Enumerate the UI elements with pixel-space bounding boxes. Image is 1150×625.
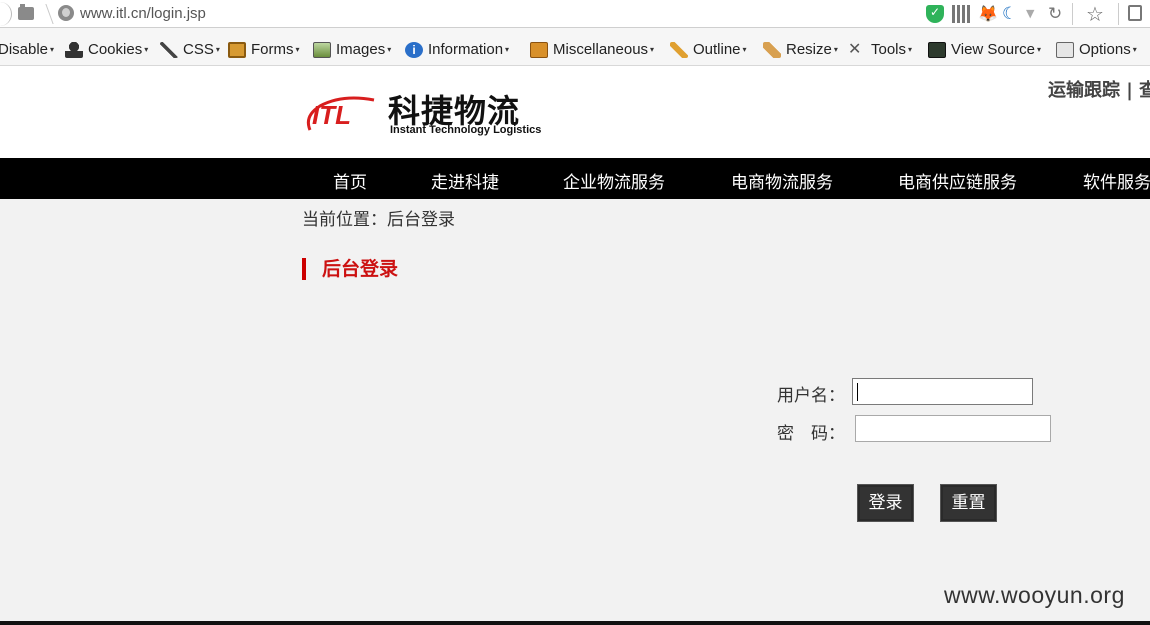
dropdown-caret-icon: ▾ [50, 45, 55, 54]
devtool-forms[interactable]: Forms ▾ [228, 41, 300, 58]
miscellaneous-icon [530, 41, 548, 58]
nav-item-home[interactable]: 首页 [333, 168, 367, 193]
devtool-label: Resize [786, 41, 832, 58]
nav-item-about[interactable]: 走进科捷 [431, 168, 499, 193]
dropdown-caret-icon: ▾ [295, 45, 300, 54]
fox-icon[interactable]: 🦊 [978, 5, 998, 23]
devtool-label: Tools [871, 41, 907, 58]
forms-clipboard-icon [228, 41, 246, 58]
browser-address-bar: www.itl.cn/login.jsp 🦊 ☾ ▼ ↻ ☆ [0, 0, 1150, 28]
reload-icon[interactable]: ↻ [1048, 5, 1066, 23]
password-field[interactable] [855, 415, 1051, 442]
dropdown-caret-icon: ▾ [215, 45, 220, 54]
main-nav: 首页 走进科捷 企业物流服务 电商物流服务 电商供应链服务 软件服务 [0, 158, 1150, 199]
bottom-divider [0, 621, 1150, 625]
dropdown-caret-icon: ▾ [1036, 45, 1041, 54]
devtool-disable[interactable]: Disable ▾ [0, 41, 54, 58]
reset-button[interactable]: 重置 [940, 484, 997, 522]
breadcrumb-chevron-icon [34, 4, 54, 24]
dropdown-caret-icon: ▾ [505, 45, 510, 54]
devtool-label: Forms [251, 41, 294, 58]
nav-item-ecommerce-supply-chain[interactable]: 电商供应链服务 [898, 168, 1017, 193]
devtool-label: Miscellaneous [553, 41, 649, 58]
devtool-options[interactable]: Options ▾ [1056, 41, 1137, 58]
dropdown-caret-icon: ▾ [387, 45, 392, 54]
dropdown-caret-icon: ▾ [908, 45, 913, 54]
moon-icon[interactable]: ☾ [1002, 5, 1020, 23]
images-icon [313, 41, 331, 58]
cookies-icon [65, 41, 83, 58]
login-button[interactable]: 登录 [857, 484, 914, 522]
devtool-label: Disable [0, 41, 49, 58]
folder-icon[interactable] [18, 4, 34, 20]
nav-item-ecommerce-logistics[interactable]: 电商物流服务 [731, 168, 833, 193]
top-links[interactable]: 运输跟踪 | 查 [1048, 76, 1150, 102]
username-label: 用户名： [777, 386, 845, 406]
toolbar-separator [1072, 3, 1073, 25]
svg-text:ITL: ITL [312, 100, 351, 130]
devtool-label: Outline [693, 41, 741, 58]
tools-icon: ✕ [848, 40, 862, 58]
view-source-icon [928, 41, 946, 58]
username-field[interactable] [852, 378, 1033, 405]
page-title: 后台登录 [302, 258, 398, 280]
shield-check-icon[interactable] [926, 5, 944, 23]
devtool-label: Options [1079, 41, 1131, 58]
devtool-images[interactable]: Images ▾ [313, 41, 391, 58]
web-developer-toolbar: Disable ▾ Cookies ▾ CSS ▾ Forms ▾ Images ▾ iI… [0, 28, 1150, 66]
site-header: ITL 科捷物流 Instant Technology Logistics 运输… [0, 66, 1150, 158]
dropdown-caret-icon: ▾ [1132, 45, 1137, 54]
devtool-label: Images [336, 41, 386, 58]
password-label: 密 码： [777, 424, 845, 444]
back-tab-edge[interactable] [0, 2, 12, 26]
devtool-resize[interactable]: Resize ▾ [763, 41, 838, 58]
resize-ruler-icon [763, 41, 781, 58]
toolbar-separator [1118, 3, 1119, 25]
breadcrumb: 当前位置：后台登录 [302, 210, 455, 230]
devtool-css[interactable]: CSS ▾ [160, 41, 220, 58]
devtool-information[interactable]: i Information ▾ [405, 41, 509, 58]
outline-pencil-icon [670, 41, 688, 58]
devtool-miscellaneous[interactable]: Miscellaneous ▾ [530, 41, 654, 58]
dropdown-arrow-icon[interactable]: ▼ [1026, 5, 1044, 23]
itl-logo-mark: ITL [306, 96, 375, 131]
devtool-outline[interactable]: Outline ▾ [670, 41, 747, 58]
dropdown-caret-icon: ▾ [833, 45, 838, 54]
devtool-cookies[interactable]: Cookies ▾ [65, 41, 148, 58]
globe-icon [58, 5, 74, 21]
devtool-label: Information [428, 41, 504, 58]
company-logo[interactable]: ITL 科捷物流 Instant Technology Logistics [302, 86, 552, 142]
qr-code-icon[interactable] [952, 5, 970, 23]
devtool-label: View Source [951, 41, 1035, 58]
dropdown-caret-icon: ▾ [144, 45, 149, 54]
text-caret [857, 383, 858, 401]
browser-extension-icons: 🦊 ☾ ▼ ↻ ☆ [920, 3, 1150, 25]
devtool-view-source[interactable]: View Source ▾ [928, 41, 1041, 58]
nav-item-enterprise-logistics[interactable]: 企业物流服务 [563, 168, 665, 193]
watermark: www.wooyun.org [944, 582, 1125, 608]
bookmark-star-icon[interactable]: ☆ [1086, 4, 1104, 24]
information-icon: i [405, 41, 423, 58]
bookmarks-icon[interactable] [1128, 5, 1142, 21]
url-text[interactable]: www.itl.cn/login.jsp [80, 5, 206, 22]
devtool-label: Cookies [88, 41, 143, 58]
devtool-tools[interactable]: ✕ Tools ▾ [848, 41, 912, 58]
devtool-label: CSS [183, 41, 214, 58]
logo-english-name: Instant Technology Logistics [390, 124, 542, 136]
dropdown-caret-icon: ▾ [742, 45, 747, 54]
css-wand-icon [160, 41, 178, 58]
nav-item-software[interactable]: 软件服务 [1083, 168, 1150, 193]
options-icon [1056, 41, 1074, 58]
dropdown-caret-icon: ▾ [650, 45, 655, 54]
